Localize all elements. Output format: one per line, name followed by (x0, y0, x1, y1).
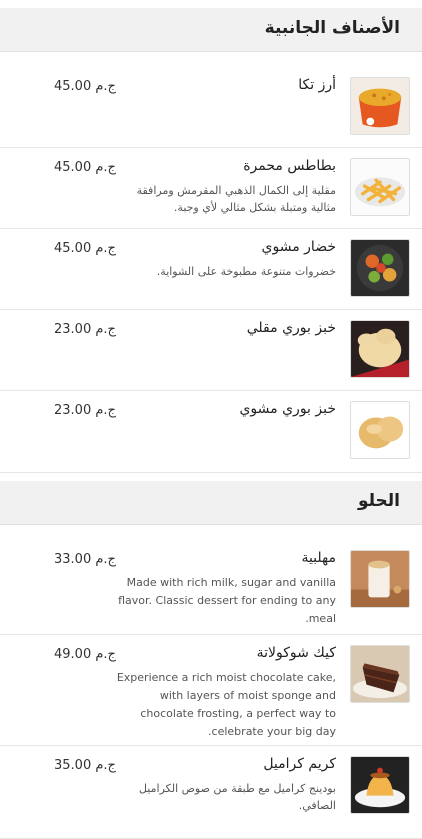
item-price: 45.00 ج.م (54, 160, 116, 175)
item-name: بطاطس محمرة (243, 158, 336, 174)
item-name: كريم كراميل (263, 756, 336, 772)
section-header-desserts: الحلو (0, 481, 422, 525)
item-price: 23.00 ج.م (54, 403, 116, 418)
menu-item-muhallabia[interactable]: مهلبية Made with rich milk, sugar and va… (0, 540, 422, 635)
item-description: Experience a rich moist chocolate cake, … (116, 671, 336, 738)
item-price: 45.00 ج.م (54, 241, 116, 256)
menu-item-fried-puri[interactable]: خبز بوري مقلي 23.00 ج.م (0, 310, 422, 391)
section-title: الأصناف الجانبية (264, 18, 400, 38)
item-description: مقلية إلى الكمال الذهبي المقرمش ومرافقة … (136, 184, 336, 214)
rice-icon (350, 77, 410, 135)
fries-icon (350, 158, 410, 216)
section-header-sides: الأصناف الجانبية (0, 8, 422, 52)
grilled-puri-icon (350, 401, 410, 459)
fried-puri-icon (350, 320, 410, 378)
muhallabia-icon (350, 550, 410, 608)
item-name: أرز تكا (298, 77, 336, 93)
item-name: خبز بوري مقلي (246, 320, 336, 336)
item-price: 45.00 ج.م (54, 79, 116, 94)
grilled-vegetables-icon (350, 239, 410, 297)
item-price: 33.00 ج.م (54, 552, 116, 567)
menu-item-grilled-puri[interactable]: خبز بوري مشوي 23.00 ج.م (0, 391, 422, 473)
section-title: الحلو (357, 491, 400, 511)
item-description: خضروات متنوعة مطبوخة على الشواية. (156, 265, 336, 278)
item-name: خبز بوري مشوي (239, 401, 336, 417)
item-name: خضار مشوي (261, 239, 336, 255)
item-name: كيك شوكولاتة (256, 645, 336, 661)
item-price: 35.00 ج.م (54, 758, 116, 773)
creme-caramel-icon (350, 756, 410, 814)
chocolate-cake-icon (350, 645, 410, 703)
item-price: 49.00 ج.م (54, 647, 116, 662)
item-description: بودينج كراميل مع طبقة من صوص الكراميل ال… (138, 782, 336, 812)
menu-item-fries[interactable]: بطاطس محمرة مقلية إلى الكمال الذهبي المق… (0, 148, 422, 229)
menu-item-grilled-vegetables[interactable]: خضار مشوي خضروات متنوعة مطبوخة على الشوا… (0, 229, 422, 310)
menu-item-creme-caramel[interactable]: كريم كراميل بودينج كراميل مع طبقة من صوص… (0, 746, 422, 839)
item-price: 23.00 ج.م (54, 322, 116, 337)
menu-item-chocolate-cake[interactable]: كيك شوكولاتة Experience a rich moist cho… (0, 635, 422, 746)
menu-item-tikka-rice[interactable]: أرز تكا 45.00 ج.م (0, 67, 422, 148)
item-description: Made with rich milk, sugar and vanilla f… (118, 576, 336, 625)
item-name: مهلبية (301, 550, 336, 566)
